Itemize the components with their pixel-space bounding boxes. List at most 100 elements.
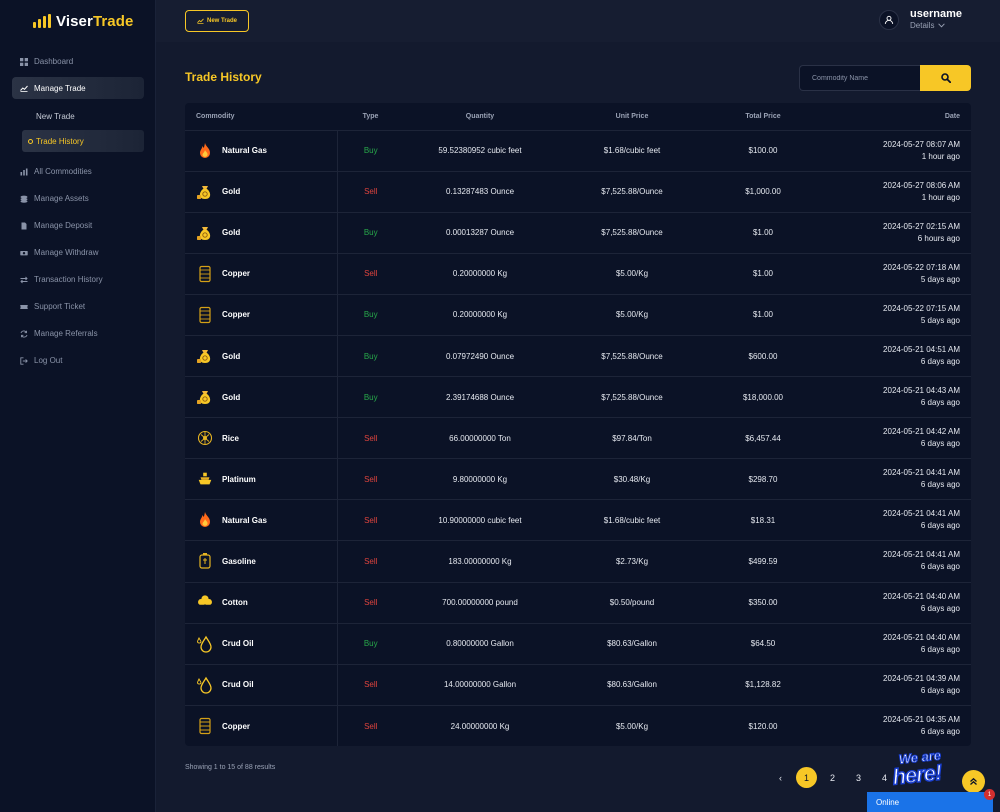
sidebar-item-support-ticket[interactable]: Support Ticket xyxy=(0,293,156,320)
cell-date: 2024-05-21 04:39 AM 6 days ago xyxy=(818,664,971,706)
column-header-quantity: Quantity xyxy=(404,103,556,131)
search-button[interactable] xyxy=(920,65,971,91)
cell-quantity: 0.07972490 Ounce xyxy=(404,335,556,378)
new-trade-button[interactable]: New Trade xyxy=(185,10,249,32)
sidebar-item-label: Manage Deposit xyxy=(34,221,93,230)
date-relative: 6 days ago xyxy=(920,398,960,408)
cell-total-price: $120.00 xyxy=(748,721,778,731)
cell-total-price: $18,000.00 xyxy=(708,376,818,419)
chart-line-icon xyxy=(197,18,204,24)
cell-commodity: Gasoline xyxy=(185,540,338,583)
circle-icon xyxy=(28,138,33,144)
sidebar-item-manage-trade[interactable]: Manage Trade xyxy=(12,77,144,99)
sidebar-item-manage-deposit[interactable]: Manage Deposit xyxy=(0,212,156,239)
online-chat-button[interactable]: Online xyxy=(867,792,993,812)
date-value: 2024-05-21 04:35 AM xyxy=(883,715,960,725)
logout-icon xyxy=(20,356,28,365)
date-value: 2024-05-22 07:18 AM xyxy=(883,262,960,272)
cell-commodity: Natural Gas xyxy=(185,130,338,172)
online-label: Online xyxy=(876,797,900,807)
search-input[interactable] xyxy=(799,65,920,91)
table-row: Gold Sell 0.13287483 Ounce $7,525.88/Ounce $… xyxy=(185,171,971,213)
commodity-name: Gold xyxy=(222,187,241,197)
date-value: 2024-05-21 04:51 AM xyxy=(883,345,960,355)
cell-quantity: 0.20000000 Kg xyxy=(404,294,556,336)
pagination-page-1[interactable]: 1 xyxy=(796,767,817,788)
sidebar-item-manage-assets[interactable]: Manage Assets xyxy=(0,185,156,212)
copper-icon xyxy=(196,306,214,324)
cell-total-price: $100.00 xyxy=(708,130,818,172)
cell-date: 2024-05-21 04:40 AM 6 days ago xyxy=(818,623,971,665)
sidebar-item-dashboard[interactable]: Dashboard xyxy=(0,48,156,75)
cell-type: Sell xyxy=(337,171,404,213)
gold-bag-icon xyxy=(196,183,214,201)
table-row: Copper Buy 0.20000000 Kg $5.00/Kg $1.00 2024-… xyxy=(185,294,971,336)
sidebar-item-label: Manage Trade xyxy=(34,83,86,93)
cell-quantity: 9.80000000 Kg xyxy=(404,458,556,501)
cell-unit-price: $5.00/Kg xyxy=(556,294,708,336)
date-relative: 6 days ago xyxy=(920,603,960,613)
date-value: 2024-05-21 04:41 AM xyxy=(883,550,960,560)
oil-drop-icon xyxy=(196,635,214,653)
table-row: Crud Oil Buy 0.80000000 Gallon $80.63/Gallo… xyxy=(185,623,971,665)
details-label: Details xyxy=(910,21,935,30)
chat-banner[interactable]: We are here! xyxy=(886,745,968,795)
cell-commodity: Cotton xyxy=(185,582,338,624)
date-relative: 6 days ago xyxy=(920,685,960,695)
date-relative: 6 hours ago xyxy=(917,233,960,243)
gasoline-icon xyxy=(196,552,214,570)
sidebar-subitem-label: New Trade xyxy=(36,112,75,121)
scroll-top-button[interactable] xyxy=(962,770,985,793)
trade-type: Sell xyxy=(364,680,378,690)
trade-type: Buy xyxy=(363,310,378,320)
sidebar-subitem-new-trade[interactable]: New Trade xyxy=(0,103,156,130)
coins-icon xyxy=(20,195,28,203)
sidebar-item-transaction-history[interactable]: Transaction History xyxy=(0,266,156,293)
sidebar-item-manage-withdraw[interactable]: Manage Withdraw xyxy=(0,239,156,266)
date-relative: 6 days ago xyxy=(920,644,960,654)
user-menu[interactable]: username Details xyxy=(879,8,962,31)
cell-unit-price: $7,525.88/Ounce xyxy=(556,212,708,254)
commodity-name: Copper xyxy=(222,269,250,279)
cell-commodity: Gold xyxy=(185,212,338,254)
cell-type: Sell xyxy=(337,705,404,746)
date-value: 2024-05-21 04:42 AM xyxy=(883,427,960,437)
referral-icon xyxy=(20,330,28,338)
cell-total-price: $499.59 xyxy=(708,540,818,583)
cell-total-price: $64.50 xyxy=(708,623,818,665)
sidebar-item-label: Manage Withdraw xyxy=(34,248,99,257)
cell-type: Buy xyxy=(337,376,404,419)
money-icon xyxy=(20,249,28,257)
logo[interactable]: ViserTrade xyxy=(33,10,133,32)
pagination-page-2[interactable]: 2 xyxy=(822,767,843,788)
trade-type: Buy xyxy=(363,392,378,402)
copper-icon xyxy=(196,265,214,283)
cell-unit-price: $97.84/Ton xyxy=(556,417,708,460)
rice-icon xyxy=(196,429,214,447)
commodity-name: Crud Oil xyxy=(222,680,254,690)
pagination-prev[interactable]: ‹ xyxy=(770,767,791,788)
trade-type: Buy xyxy=(363,228,378,238)
cell-type: Buy xyxy=(337,623,404,665)
chevron-double-up-icon xyxy=(970,777,977,785)
cell-quantity: 59.52380952 cubic feet xyxy=(404,130,556,172)
gold-bag-icon xyxy=(196,388,214,406)
sidebar-item-all-commodities[interactable]: All Commodities xyxy=(0,158,156,185)
cell-unit-price: $0.50/pound xyxy=(556,582,708,624)
pagination-page-3[interactable]: 3 xyxy=(848,767,869,788)
cell-type: Sell xyxy=(337,664,404,706)
date-value: 2024-05-21 04:43 AM xyxy=(883,386,960,396)
sidebar-item-manage-referrals[interactable]: Manage Referrals xyxy=(0,320,156,347)
user-details[interactable]: Details xyxy=(910,20,962,31)
date-value: 2024-05-27 08:06 AM xyxy=(883,180,960,190)
gold-bag-icon xyxy=(196,347,214,365)
pagination: ‹ 1 2 3 4 xyxy=(770,767,900,788)
table-row: Cotton Sell 700.00000000 pound $0.50/pound $… xyxy=(185,582,971,624)
sidebar-subitem-trade-history[interactable]: Trade History xyxy=(22,130,144,152)
cell-unit-price: $7,525.88/Ounce xyxy=(556,376,708,419)
date-relative: 6 days ago xyxy=(920,521,960,531)
cell-quantity: 0.20000000 Kg xyxy=(404,253,556,295)
new-trade-label: New Trade xyxy=(206,18,237,24)
sidebar: ViserTrade Dashboard Manage Trade New Tr… xyxy=(0,0,156,812)
sidebar-item-log-out[interactable]: Log Out xyxy=(0,347,156,374)
